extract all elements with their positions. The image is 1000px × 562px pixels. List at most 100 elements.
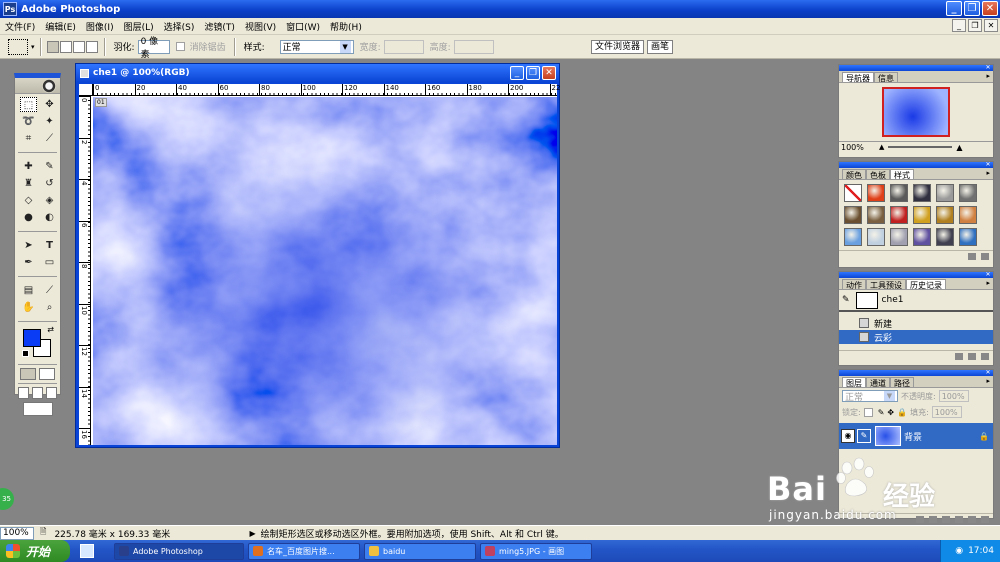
dodge-tool-icon[interactable]: ◐ [41, 210, 58, 225]
file-browser-tab[interactable]: 文件浏览器 [591, 40, 645, 54]
blur-tool-icon[interactable]: ● [20, 210, 37, 225]
tab-navigator[interactable]: 导航器 [842, 72, 874, 83]
default-colors-icon[interactable] [22, 350, 29, 357]
style-swatch[interactable] [936, 184, 954, 202]
style-swatch[interactable] [844, 206, 862, 224]
preset-dropdown-icon[interactable]: ▾ [31, 43, 35, 51]
taskbar-item[interactable]: 名车_百度图片搜... [248, 542, 360, 560]
crop-tool-icon[interactable]: ⌗ [20, 131, 37, 146]
magic-wand-tool-icon[interactable]: ✦ [41, 114, 58, 129]
style-select[interactable]: 正常 ▼ [279, 39, 354, 54]
style-swatch[interactable] [867, 228, 885, 246]
close-icon[interactable]: ✕ [982, 1, 998, 16]
style-swatch[interactable] [913, 184, 931, 202]
brush-tool-icon[interactable]: ✎ [41, 159, 58, 174]
tab-layers[interactable]: 图层 [842, 377, 866, 388]
subtract-selection-icon[interactable] [72, 40, 85, 53]
menu-view[interactable]: 视图(V) [240, 20, 281, 33]
badge-counter[interactable]: 35 [0, 488, 14, 510]
paint-bucket-tool-icon[interactable]: ◈ [41, 193, 58, 208]
palette-menu-icon[interactable]: ▸ [986, 168, 990, 179]
layer-style-icon[interactable] [916, 515, 924, 523]
menu-filter[interactable]: 滤镜(T) [199, 20, 240, 33]
menu-select[interactable]: 选择(S) [159, 20, 200, 33]
tab-history[interactable]: 历史记录 [906, 279, 946, 290]
palette-menu-icon[interactable]: ▸ [986, 376, 990, 387]
palette-close-icon[interactable]: ✕ [984, 161, 992, 168]
foreground-color-swatch[interactable] [23, 329, 41, 347]
doc-window-maximize-icon[interactable]: ❐ [526, 66, 540, 80]
tray-clock[interactable]: 17:04 [968, 546, 994, 556]
menu-edit[interactable]: 编辑(E) [40, 20, 81, 33]
new-adjustment-layer-icon[interactable] [955, 515, 963, 523]
tab-paths[interactable]: 路径 [890, 377, 914, 388]
marquee-preset-icon[interactable] [8, 38, 28, 55]
new-layer-icon[interactable] [968, 515, 976, 523]
palette-menu-icon[interactable]: ▸ [986, 71, 990, 82]
layer-row-background[interactable]: ◉ ✎ 背景 🔒 [839, 423, 993, 449]
move-tool-icon[interactable]: ✥ [41, 97, 58, 112]
palette-menu-icon[interactable]: ▸ [986, 278, 990, 289]
style-swatch[interactable] [936, 206, 954, 224]
document-title-bar[interactable]: che1 @ 100%(RGB) [76, 64, 559, 82]
layer-visibility-eye-icon[interactable]: ◉ [841, 429, 855, 443]
style-swatch[interactable] [936, 228, 954, 246]
doc-close-icon[interactable]: ✕ [984, 19, 998, 32]
start-button[interactable]: 开始 [0, 540, 70, 562]
history-brush-tool-icon[interactable]: ↺ [41, 176, 58, 191]
style-swatch[interactable] [867, 184, 885, 202]
tab-info[interactable]: 信息 [874, 72, 898, 83]
lasso-tool-icon[interactable]: ➰ [20, 114, 37, 129]
tab-actions[interactable]: 动作 [842, 279, 866, 290]
add-selection-icon[interactable] [59, 40, 72, 53]
screen-mode-menu-icon[interactable] [32, 387, 43, 399]
style-swatch[interactable] [959, 184, 977, 202]
healing-brush-tool-icon[interactable]: ✚ [20, 159, 37, 174]
tray-network-icon[interactable]: ◉ [955, 546, 963, 556]
notes-tool-icon[interactable]: ▤ [20, 283, 37, 298]
fill-input[interactable]: 100% [931, 406, 962, 418]
history-brush-source-icon[interactable]: ✎ [842, 295, 850, 305]
menu-layer[interactable]: 图层(L) [119, 20, 159, 33]
new-selection-icon[interactable] [46, 40, 59, 53]
navigator-zoom[interactable]: 100% [841, 143, 871, 152]
tab-color[interactable]: 颜色 [842, 169, 866, 180]
quick-mask-mode-icon[interactable] [39, 368, 55, 380]
height-input[interactable] [453, 39, 494, 54]
lock-transparency-checkbox[interactable] [863, 407, 873, 417]
tab-swatches[interactable]: 色板 [866, 169, 890, 180]
width-input[interactable] [383, 39, 424, 54]
slice-tool-icon[interactable]: ⟋ [41, 131, 58, 146]
style-swatch[interactable] [844, 184, 862, 202]
palette-close-icon[interactable]: ✕ [984, 369, 992, 376]
menu-image[interactable]: 图像(I) [81, 20, 119, 33]
lock-position-icon[interactable]: ✥ [887, 408, 894, 417]
new-document-from-state-icon[interactable] [955, 352, 963, 360]
new-snapshot-icon[interactable] [968, 352, 976, 360]
zoom-out-icon[interactable]: ▲ [879, 143, 884, 151]
add-mask-icon[interactable] [929, 515, 937, 523]
delete-state-icon[interactable] [981, 352, 989, 360]
taskbar-item[interactable]: baidu [364, 542, 476, 560]
minimize-icon[interactable]: _ [946, 1, 962, 16]
menu-file[interactable]: 文件(F) [0, 20, 40, 33]
hand-tool-icon[interactable]: ✋ [20, 300, 37, 315]
palette-close-icon[interactable]: ✕ [984, 64, 992, 71]
zoom-tool-icon[interactable]: ⌕ [41, 300, 58, 315]
delete-layer-icon[interactable] [981, 515, 989, 523]
history-item-selected[interactable]: 云彩 [839, 330, 993, 344]
marquee-tool-icon[interactable]: ⬚ [20, 97, 37, 112]
horizontal-ruler[interactable]: 0 20 40 60 80 100 120 140 160 180 200 22 [93, 84, 560, 96]
eyedropper-tool-icon[interactable]: ⟋ [41, 283, 58, 298]
image-canvas[interactable]: 01 [93, 97, 557, 445]
brushes-tab[interactable]: 画笔 [647, 40, 674, 54]
style-swatch[interactable] [890, 228, 908, 246]
new-style-icon[interactable] [968, 252, 976, 260]
taskbar-item[interactable]: Adobe Photoshop [114, 542, 244, 560]
doc-restore-icon[interactable]: ❐ [968, 19, 982, 32]
style-swatch[interactable] [844, 228, 862, 246]
zoom-slider[interactable] [888, 146, 953, 148]
style-swatch[interactable] [890, 184, 908, 202]
show-desktop-icon[interactable] [80, 544, 94, 558]
feather-input[interactable]: 0 像素 [137, 37, 170, 60]
